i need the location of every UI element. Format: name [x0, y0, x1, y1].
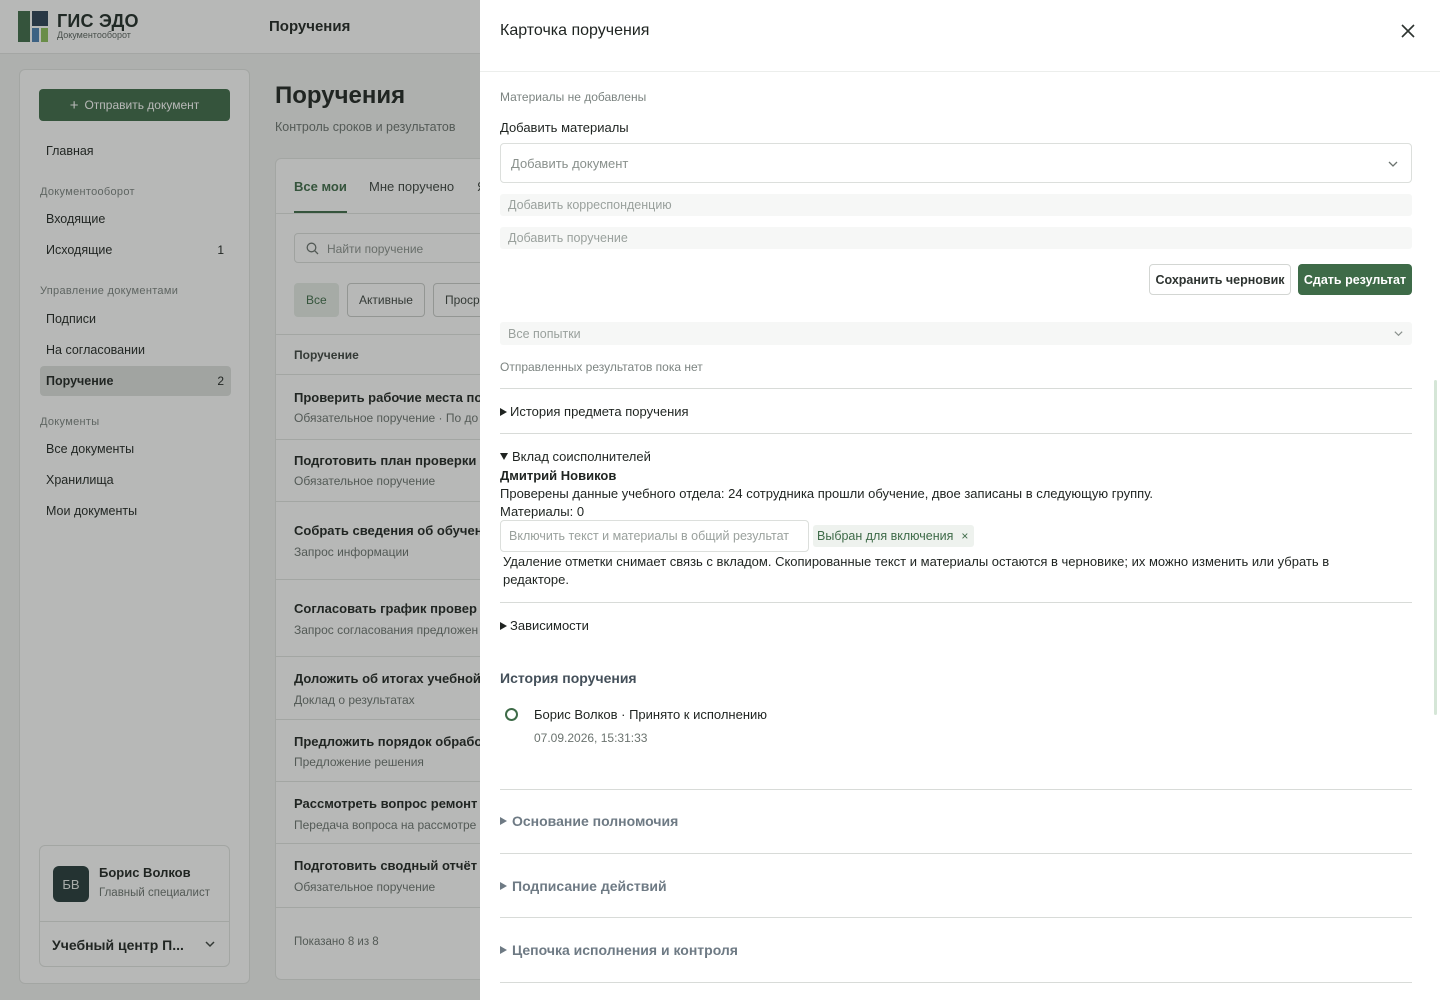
caret-right-icon [500, 882, 507, 890]
section-execution-chain[interactable]: Цепочка исполнения и контроля [500, 942, 738, 958]
caret-right-icon [500, 817, 507, 825]
section-label: Цепочка исполнения и контроля [512, 942, 738, 958]
submit-result-button[interactable]: Сдать результат [1298, 264, 1412, 295]
attempts-select[interactable]: Все попытки [500, 322, 1412, 345]
add-document-select[interactable]: Добавить документ [500, 143, 1412, 183]
drawer-title: Карточка поручения [500, 22, 650, 39]
chevron-down-icon [1388, 161, 1398, 167]
divider [500, 602, 1412, 603]
add-correspondence-field[interactable]: Добавить корреспонденцию [500, 194, 1412, 216]
close-icon[interactable] [1399, 22, 1417, 40]
remove-icon[interactable]: × [961, 529, 968, 543]
add-assignment-field[interactable]: Добавить поручение [500, 227, 1412, 249]
caret-right-icon [500, 621, 507, 630]
coexecutor-text: Проверены данные учебного отдела: 24 сот… [500, 486, 1154, 501]
section-label: Подписание действий [512, 878, 667, 894]
scrollbar[interactable] [1434, 380, 1437, 715]
coexecutor-name: Дмитрий Новиков [500, 468, 617, 483]
divider [500, 917, 1412, 918]
divider [500, 388, 1412, 389]
history-timestamp: 07.09.2026, 15:31:33 [534, 731, 648, 745]
subject-history-toggle[interactable]: История предмета поручения [500, 404, 689, 419]
timeline-dot-icon [505, 708, 518, 721]
materials-empty-text: Материалы не добавлены [500, 90, 647, 104]
drawer-header: Карточка поручения [480, 0, 1440, 72]
modal-overlay[interactable] [0, 0, 480, 1000]
assignment-card-drawer: Материалы не добавлены Добавить материал… [480, 0, 1440, 1000]
divider [500, 982, 1412, 983]
divider [500, 789, 1412, 790]
caret-right-icon [500, 946, 507, 954]
subject-history-label: История предмета поручения [510, 404, 689, 419]
save-draft-button[interactable]: Сохранить черновик [1149, 264, 1291, 295]
dependencies-toggle[interactable]: Зависимости [500, 618, 589, 633]
chevron-down-icon [1394, 331, 1403, 337]
selected-chip-label: Выбран для включения [817, 529, 954, 543]
history-title: История поручения [500, 670, 637, 686]
attempts-placeholder: Все попытки [508, 327, 581, 341]
selected-chip: Выбран для включения × [813, 525, 975, 547]
divider [500, 853, 1412, 854]
contribution-note: Удаление отметки снимает связь с вкладом… [503, 554, 1330, 587]
coexecutors-toggle[interactable]: Вклад соисполнителей [500, 449, 651, 464]
section-label: Основание полномочия [512, 813, 679, 829]
include-contribution-select[interactable]: Включить текст и материалы в общий резул… [500, 520, 809, 552]
history-entry: Борис Волков · Принято к исполнению [534, 707, 768, 722]
dependencies-label: Зависимости [510, 618, 589, 633]
section-authority-basis[interactable]: Основание полномочия [500, 813, 678, 829]
coexecutors-label: Вклад соисполнителей [512, 449, 651, 464]
add-materials-label: Добавить материалы [500, 120, 629, 135]
caret-right-icon [500, 407, 507, 416]
no-results-text: Отправленных результатов пока нет [500, 360, 703, 374]
section-signing-actions[interactable]: Подписание действий [500, 878, 667, 894]
caret-down-icon [500, 453, 508, 460]
divider [500, 433, 1412, 434]
add-document-placeholder: Добавить документ [511, 156, 629, 171]
coexecutor-materials: Материалы: 0 [500, 504, 585, 519]
